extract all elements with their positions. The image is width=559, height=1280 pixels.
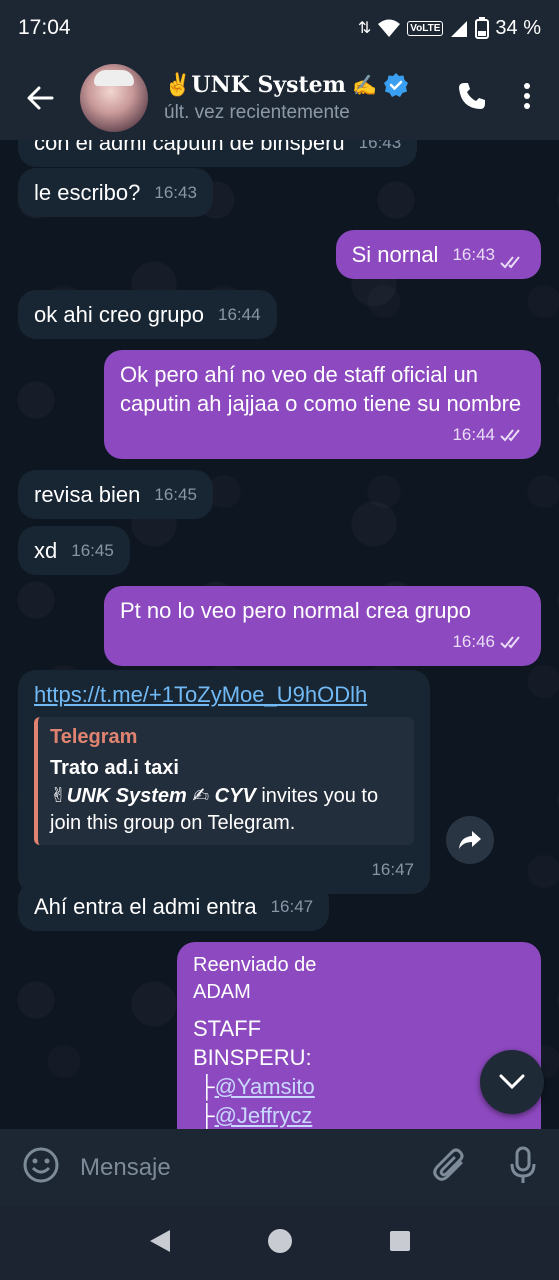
message-time: 16:45 <box>154 485 197 504</box>
message-meta: 16:46 <box>120 627 525 656</box>
message-time: 16:45 <box>71 541 114 560</box>
more-vert-icon <box>524 82 530 109</box>
forwarded-user-row: ├@Yamsito <box>193 1072 525 1101</box>
phone-icon <box>459 82 485 109</box>
chat-last-seen: últ. vez recientemente <box>164 102 350 123</box>
chat-title-text: ✌UNK System <box>164 72 346 98</box>
message-text: revisa bien <box>34 482 141 507</box>
read-ticks-icon <box>500 635 520 648</box>
wifi-icon <box>378 19 401 37</box>
message-incoming[interactable]: con el admi caputin de binsperu 16:43 <box>18 140 418 167</box>
message-incoming[interactable]: revisa bien 16:45 <box>18 470 213 519</box>
message-time: 16:43 <box>452 245 495 264</box>
nav-recents-button[interactable] <box>389 1230 411 1257</box>
message-time: 16:46 <box>452 632 495 651</box>
message-time: 16:43 <box>154 183 197 202</box>
forwarded-user-row: ├@Jeffrycz <box>193 1101 525 1129</box>
message-incoming[interactable]: ok ahi creo grupo 16:44 <box>18 290 277 339</box>
emoji-button[interactable] <box>22 1146 60 1189</box>
message-input[interactable]: Mensaje <box>80 1154 171 1182</box>
link-preview-description: ✌UNK System ✍ CYV invites you to join th… <box>50 783 402 837</box>
signal-icon <box>451 21 468 37</box>
nav-back-button[interactable] <box>148 1228 172 1259</box>
mic-icon <box>510 1146 536 1183</box>
forwarded-body: STAFF BINSPERU: ├@Yamsito ├@Jeffrycz <box>193 1014 525 1129</box>
message-time: 16:47 <box>371 860 414 879</box>
tree-glyph: ├ <box>199 1074 215 1099</box>
more-button[interactable] <box>523 82 531 115</box>
nav-home-button[interactable] <box>267 1228 293 1259</box>
status-bar: 17:04 ⇅ VoLTE 34 % <box>0 0 559 56</box>
tree-glyph: ├ <box>199 1103 215 1128</box>
forwarded-label: Reenviado de <box>193 954 317 976</box>
verified-icon <box>383 73 408 97</box>
message-time: 16:44 <box>218 305 261 324</box>
read-ticks-icon <box>500 256 520 269</box>
share-icon <box>459 831 481 849</box>
username-link[interactable]: @Jeffrycz <box>215 1103 313 1128</box>
message-outgoing[interactable]: Ok pero ahí no veo de staff oficial un c… <box>104 350 541 459</box>
message-text: Ok pero ahí no veo de staff oficial un c… <box>120 362 522 416</box>
battery-icon <box>475 17 490 39</box>
message-meta: 16:44 <box>120 420 525 449</box>
composer-actions <box>433 1146 537 1189</box>
nav-back-icon <box>149 1229 170 1252</box>
message-outgoing[interactable]: Si nornal 16:43 <box>335 230 541 279</box>
username-link[interactable]: @Yamsito <box>215 1074 315 1099</box>
battery-level: 34 % <box>495 16 541 39</box>
back-arrow-icon <box>27 86 54 110</box>
header-actions <box>457 81 559 116</box>
message-link[interactable]: https://t.me/+1ToZyMoe_U9hODlh <box>34 680 414 709</box>
chat-title: ✌UNK System ✍ <box>164 72 409 98</box>
message-incoming[interactable]: Ahí entra el admi entra 16:47 <box>18 882 330 931</box>
chat-title-suffix: ✍ <box>351 73 377 97</box>
message-text: Ahí entra el admi entra <box>34 894 257 919</box>
message-list[interactable]: con el admi caputin de binsperu 16:43 le… <box>0 140 559 1129</box>
attach-icon <box>433 1148 464 1181</box>
message-outgoing[interactable]: Pt no lo veo pero normal crea grupo 16:4… <box>104 586 541 666</box>
forwarded-from[interactable]: ADAM <box>193 979 525 1006</box>
link-preview-title: Trato ad.i taxi <box>50 757 179 779</box>
scroll-down-button[interactable] <box>480 1050 544 1114</box>
message-composer: Mensaje <box>0 1129 559 1206</box>
message-text: Pt no lo veo pero normal crea grupo <box>120 598 471 623</box>
link-preview-name: ✌UNK System ✍ CYV <box>50 785 256 807</box>
message-time: 16:44 <box>452 425 495 444</box>
message-time: 16:43 <box>358 140 402 152</box>
chevron-down-icon <box>499 1074 525 1090</box>
message-incoming[interactable]: le escribo? 16:43 <box>18 168 213 217</box>
message-text: con el admi caputin de binsperu <box>34 140 345 155</box>
read-ticks-icon <box>500 428 520 441</box>
message-text: le escribo? <box>34 180 141 205</box>
link-preview[interactable]: Telegram Trato ad.i taxi ✌UNK System ✍ C… <box>34 717 414 845</box>
message-text: Si nornal <box>351 242 439 267</box>
chat-title-block[interactable]: ✌UNK System ✍ últ. vez recientemente <box>164 72 409 124</box>
message-text: xd <box>34 538 58 563</box>
link-preview-site: Telegram <box>50 726 138 748</box>
message-meta: 16:47 <box>34 855 414 884</box>
nav-recents-icon <box>390 1230 411 1251</box>
avatar[interactable] <box>80 64 148 132</box>
attach-button[interactable] <box>433 1147 467 1188</box>
emoji-icon <box>23 1147 59 1183</box>
data-arrows-icon: ⇅ <box>357 20 372 37</box>
status-time: 17:04 <box>18 16 71 39</box>
call-button[interactable] <box>457 81 487 116</box>
forwarded-line: BINSPERU: <box>193 1045 312 1070</box>
share-button[interactable] <box>446 816 494 864</box>
message-incoming[interactable]: xd 16:45 <box>18 526 130 575</box>
message-time: 16:47 <box>270 897 314 916</box>
voice-button[interactable] <box>509 1146 537 1189</box>
forwarded-line: STAFF <box>193 1016 262 1041</box>
back-button[interactable] <box>0 85 80 111</box>
volte-badge: VoLTE <box>407 20 444 36</box>
message-text: ok ahi creo grupo <box>34 302 204 327</box>
status-icons: ⇅ VoLTE 34 % <box>358 17 541 40</box>
system-nav-bar <box>0 1206 559 1280</box>
chat-header: ✌UNK System ✍ últ. vez recientemente <box>0 56 559 140</box>
nav-home-icon <box>268 1228 293 1253</box>
message-incoming-link[interactable]: https://t.me/+1ToZyMoe_U9hODlh Telegram … <box>18 670 430 894</box>
